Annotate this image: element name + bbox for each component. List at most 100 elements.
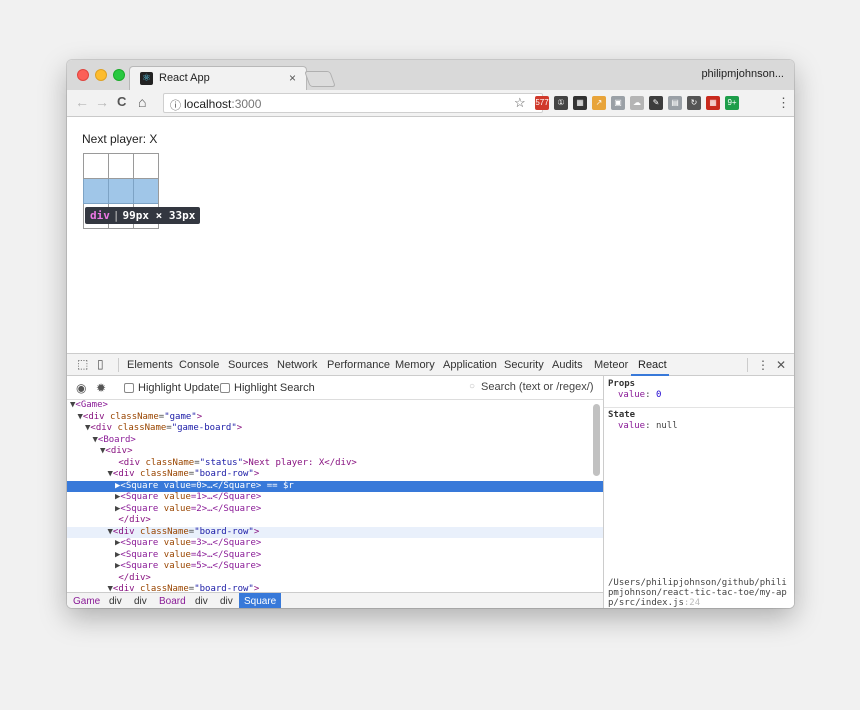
tree-node[interactable]: ▼<div className="board-row">	[67, 526, 603, 538]
square-1[interactable]	[108, 153, 134, 179]
ext-pen-icon[interactable]: ✎	[649, 96, 663, 110]
inspect-element-icon[interactable]: ⬚	[77, 357, 88, 371]
tree-node[interactable]: ▶<Square value=4>…</Square>	[67, 550, 603, 562]
tree-node[interactable]: ▶<Square value=2>…</Square>	[67, 504, 603, 516]
highlight-search-checkbox[interactable]	[220, 383, 230, 393]
devtools-menu-icon[interactable]: ⋮	[757, 358, 769, 372]
new-tab-button[interactable]	[304, 71, 336, 87]
tree-node[interactable]: </div>	[67, 573, 603, 585]
tree-node-text: =1>…</Square>	[190, 492, 262, 502]
select-component-icon[interactable]: ◉	[76, 381, 86, 395]
ext-photo-icon[interactable]: ▣	[611, 96, 625, 110]
square-2[interactable]	[133, 153, 159, 179]
tree-scrollbar[interactable]	[593, 404, 600, 476]
info-icon[interactable]: ⓘ	[170, 97, 181, 113]
reload-icon[interactable]: C	[117, 94, 126, 109]
source-path[interactable]: /Users/philipjohnson/github/philipmjohns…	[608, 578, 792, 608]
breadcrumb-div[interactable]: div	[220, 596, 233, 607]
ext-cloud-icon[interactable]: ☁	[630, 96, 644, 110]
tree-node-text: =5>…</Square>	[190, 561, 262, 571]
tab-react-app[interactable]: ⚛ React App ×	[129, 66, 307, 90]
tab-performance[interactable]: Performance	[327, 359, 390, 371]
breadcrumb: Game div div Board div div Square	[67, 592, 603, 608]
tab-meteor[interactable]: Meteor	[594, 359, 628, 371]
tree-node[interactable]: ▶<Square value=5>…</Square>	[67, 561, 603, 573]
close-window-button[interactable]	[77, 69, 89, 81]
tree-node[interactable]: </div>	[67, 515, 603, 527]
tab-sources[interactable]: Sources	[228, 359, 268, 371]
tab-memory[interactable]: Memory	[395, 359, 435, 371]
forward-icon[interactable]: →	[95, 94, 109, 110]
bookmark-star-icon[interactable]: ☆	[514, 95, 526, 111]
highlight-updates-checkbox[interactable]	[124, 383, 134, 393]
ext-577-icon[interactable]: 577	[535, 96, 549, 110]
breadcrumb-square[interactable]: Square	[239, 593, 282, 608]
devtools-close-icon[interactable]: ✕	[776, 358, 786, 372]
settings-gear-icon[interactable]: ✹	[96, 381, 106, 395]
tree-node[interactable]: ▼<div className="game-board">	[67, 423, 603, 435]
minimize-window-button[interactable]	[95, 69, 107, 81]
devtools-tab-bar: ⬚ ▯ Elements Console Sources Network Perform…	[67, 354, 794, 376]
tree-node-selected[interactable]: ▶<Square value=0>…</Square> == $r	[67, 480, 603, 492]
title-bar: ⚛ React App × philipmjohnson...	[67, 60, 794, 90]
ext-doc-icon[interactable]: ▤	[668, 96, 682, 110]
ext-sheet-icon[interactable]: ▦	[706, 96, 720, 110]
prop-value[interactable]: 0	[656, 390, 661, 400]
browser-window: ⚛ React App × philipmjohnson... ← → C ⌂ …	[67, 60, 794, 608]
browser-toolbar: ← → C ⌂ ⓘ localhost:3000 ☆ 577 ① ▦ ↗ ▣ ☁ ✎ ▤ ↻ ▦ 9…	[67, 90, 794, 117]
tab-security[interactable]: Security	[504, 359, 544, 371]
ext-grid-icon[interactable]: ▦	[573, 96, 587, 110]
ext-1password-icon[interactable]: ①	[554, 96, 568, 110]
tab-console[interactable]: Console	[179, 359, 219, 371]
tab-audits[interactable]: Audits	[552, 359, 583, 371]
tree-node[interactable]: ▼<div>	[67, 446, 603, 458]
ext-chart-icon[interactable]: ↗	[592, 96, 606, 110]
profile-name[interactable]: philipmjohnson...	[701, 68, 784, 80]
tree-search-input[interactable]: ○ Search (text or /regex/)	[467, 379, 597, 397]
ext-refresh-icon[interactable]: ↻	[687, 96, 701, 110]
device-toolbar-icon[interactable]: ▯	[97, 357, 104, 371]
ext-badge-icon[interactable]: 9+	[725, 96, 739, 110]
inspect-size-tooltip: div | 99px × 33px	[85, 207, 201, 224]
tree-node[interactable]: ▶<Square value=1>…</Square>	[67, 492, 603, 504]
square-0[interactable]	[83, 153, 109, 179]
tree-node[interactable]: ▶<Square value=3>…</Square>	[67, 538, 603, 550]
back-icon[interactable]: ←	[75, 94, 89, 110]
tree-node[interactable]: ▼<div className="board-row">	[67, 584, 603, 592]
tree-node-text: <Square	[120, 492, 164, 502]
devtools-divider-right	[747, 358, 748, 372]
tree-node[interactable]: ▼<div className="board-row">	[67, 469, 603, 481]
tab-react[interactable]: React	[638, 359, 667, 371]
devtools-panel: ⬚ ▯ Elements Console Sources Network Perform…	[67, 353, 794, 608]
maximize-window-button[interactable]	[113, 69, 125, 81]
tab-elements[interactable]: Elements	[127, 359, 173, 371]
tree-node-text: className	[140, 584, 189, 592]
tab-close-icon[interactable]: ×	[289, 71, 296, 85]
tree-node[interactable]: ▼<Board>	[67, 435, 603, 447]
tree-node-text: <div	[90, 423, 118, 433]
tree-node-text: <div	[118, 457, 146, 468]
address-bar[interactable]: ⓘ localhost:3000	[163, 93, 543, 113]
tree-node[interactable]: ▼<div className="game">	[67, 412, 603, 424]
inspect-highlight-overlay	[83, 179, 158, 204]
home-icon[interactable]: ⌂	[138, 94, 146, 110]
breadcrumb-board[interactable]: Board	[159, 596, 186, 607]
tree-node-text: <Square	[120, 480, 164, 491]
component-tree[interactable]: ▼<Game> ▼<div className="game"> ▼<div clas…	[67, 400, 603, 592]
breadcrumb-div[interactable]: div	[134, 596, 147, 607]
breadcrumb-game[interactable]: Game	[73, 596, 100, 607]
state-value[interactable]: null	[656, 421, 678, 431]
tree-node[interactable]: ▼<Game>	[67, 400, 603, 412]
tab-network[interactable]: Network	[277, 359, 317, 371]
tree-node-text: value	[163, 561, 191, 571]
tab-application[interactable]: Application	[443, 359, 497, 371]
breadcrumb-div[interactable]: div	[195, 596, 208, 607]
react-favicon-icon: ⚛	[140, 72, 153, 85]
tree-node[interactable]: <div className="status">Next player: X</…	[67, 458, 603, 470]
breadcrumb-div[interactable]: div	[109, 596, 122, 607]
tree-node-text: <Square	[120, 503, 164, 514]
prop-value-row: value: 0	[618, 390, 661, 400]
chrome-menu-icon[interactable]: ⋮	[777, 95, 790, 111]
